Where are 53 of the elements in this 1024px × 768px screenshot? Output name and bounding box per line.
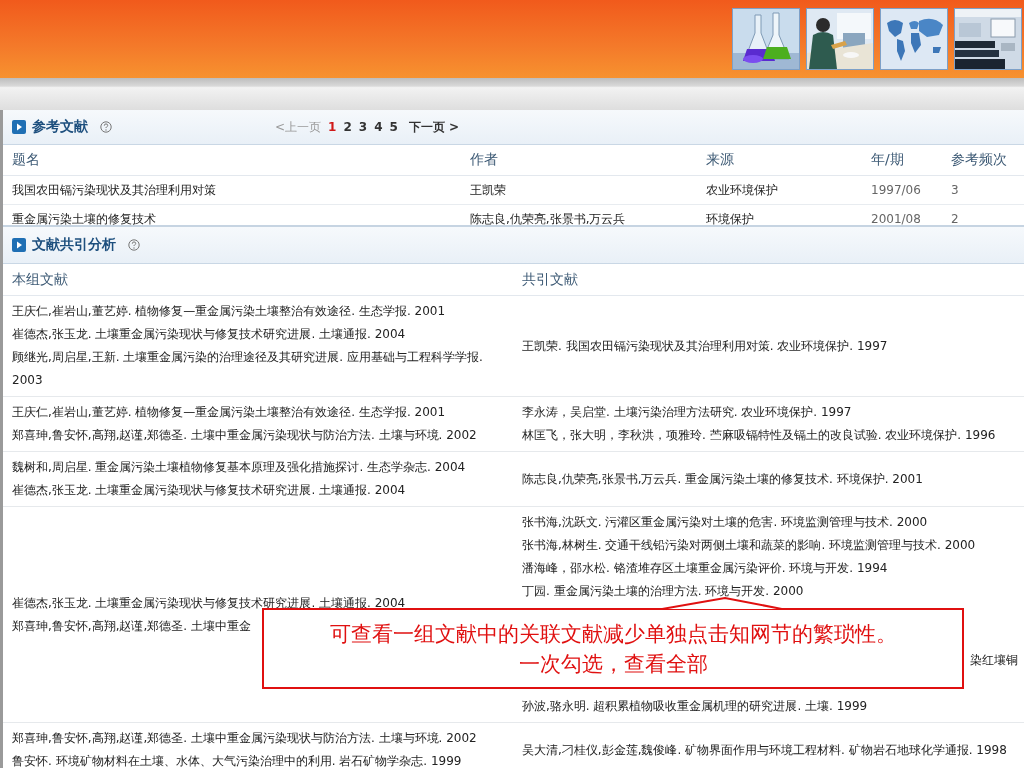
- citation-text[interactable]: 染红壤铜: [970, 649, 1024, 672]
- citation-text[interactable]: 王庆仁,崔岩山,董艺婷. 植物修复—重金属污染土壤整治有效途径. 生态学报. 2001: [12, 401, 446, 424]
- citation-text[interactable]: 崔德杰,张玉龙. 土壤重金属污染现状与修复技术研究进展. 土壤通报. 2004: [12, 479, 406, 502]
- table-cell-text: 1997/06: [871, 183, 922, 197]
- citation-text[interactable]: 崔德杰,张玉龙. 土壤重金属污染现状与修复技术研究进展. 土壤通报. 2004: [12, 591, 406, 615]
- citation-text[interactable]: 郑喜珅,鲁安怀,高翔,赵谨,郑德圣. 土壤中重金属污染现状与防治方法. 土壤与环境. 2002: [12, 424, 477, 447]
- page-link[interactable]: 5: [389, 120, 398, 134]
- table-cell-text: 重金属污染土壤的修复技术: [12, 210, 157, 225]
- section-title: 参考文献: [32, 118, 88, 136]
- page-link[interactable]: 4: [374, 120, 383, 134]
- page-link[interactable]: 3: [358, 120, 368, 134]
- column-header: 参考频次: [951, 151, 1008, 169]
- table-cell-text: 2: [951, 212, 960, 225]
- citation-text[interactable]: 潘海峰，邵水松. 铬渣堆存区土壤重金属污染评价. 环境与开发. 1994: [522, 557, 888, 580]
- table-cell-text: 王凯荣: [470, 181, 507, 199]
- help-icon[interactable]: [100, 121, 112, 133]
- column-header: 共引文献: [522, 270, 579, 289]
- help-icon[interactable]: [128, 239, 140, 251]
- table-cell-text: 我国农田镉污染现状及其治理利用对策: [12, 181, 217, 199]
- citation-text[interactable]: 鲁安怀. 环境矿物材料在土壤、水体、大气污染治理中的利用. 岩石矿物学杂志. 1999: [12, 750, 462, 768]
- page-link[interactable]: 1: [328, 120, 337, 134]
- column-header: 来源: [706, 151, 735, 169]
- citation-text[interactable]: 孙波,骆永明. 超积累植物吸收重金属机理的研究进展. 土壤. 1999: [522, 695, 868, 718]
- citation-text[interactable]: 王庆仁,崔岩山,董艺婷. 植物修复—重金属污染土壤整治有效途径. 生态学报. 2001: [12, 300, 446, 323]
- column-header: 作者: [470, 151, 499, 169]
- citation-text[interactable]: 魏树和,周启星. 重金属污染土壤植物修复基本原理及强化措施探讨. 生态学杂志. 2004: [12, 456, 466, 479]
- column-header: 题名: [12, 151, 41, 169]
- citation-text[interactable]: 张书海,沈跃文. 污灌区重金属污染对土壤的危害. 环境监测管理与技术. 2000: [522, 511, 928, 534]
- citation-text[interactable]: 吴大清,刁桂仪,彭金莲,魏俊峰. 矿物界面作用与环境工程材料. 矿物岩石地球化学通报. 1998: [522, 738, 1007, 762]
- citation-text[interactable]: 顾继光,周启星,王新. 土壤重金属污染的治理途径及其研究进展. 应用基础与工程科学学报. 2003: [12, 346, 513, 392]
- table-cell-text: 农业环境保护: [706, 181, 779, 199]
- section-title: 文献共引分析: [32, 236, 116, 254]
- citation-text[interactable]: 张书海,林树生. 交通干线铅污染对两侧土壤和蔬菜的影响. 环境监测管理与技术. 2000: [522, 534, 976, 557]
- citation-text[interactable]: 李永涛，吴启堂. 土壤污染治理方法研究. 农业环境保护. 1997: [522, 401, 852, 424]
- citation-text[interactable]: 王凯荣. 我国农田镉污染现状及其治理利用对策. 农业环境保护. 1997: [522, 334, 888, 358]
- callout-text: 可查看一组文献中的关联文献减少单独点击知网节的繁琐性。: [329, 620, 897, 648]
- table-cell-text: 3: [951, 183, 960, 197]
- table-cell-text: 陈志良,仇荣亮,张景书,万云兵: [470, 210, 627, 225]
- table-cell-text: 环境保护: [706, 210, 755, 225]
- column-header: 年/期: [871, 151, 905, 169]
- citation-text[interactable]: 丁园. 重金属污染土壤的治理方法. 环境与开发. 2000: [522, 580, 804, 603]
- table-cell-text: 2001/08: [871, 212, 922, 225]
- citation-text[interactable]: 郑喜珅,鲁安怀,高翔,赵谨,郑德圣. 土壤中重金属污染现状与防治方法. 土壤与环境. 2002: [12, 727, 477, 750]
- citation-text[interactable]: 陈志良,仇荣亮,张景书,万云兵. 重金属污染土壤的修复技术. 环境保护. 2001: [522, 467, 923, 491]
- citation-text[interactable]: 崔德杰,张玉龙. 土壤重金属污染现状与修复技术研究进展. 土壤通报. 2004: [12, 323, 406, 346]
- next-page-link[interactable]: 下一页 >: [408, 118, 460, 136]
- column-header: 本组文献: [12, 270, 69, 289]
- callout-text: 一次勾选，查看全部: [518, 650, 708, 678]
- play-icon: [12, 120, 26, 134]
- citation-text[interactable]: 林匡飞，张大明，李秋洪，项雅玲. 苎麻吸镉特性及镉土的改良试验. 农业环境保护. 1996: [522, 424, 996, 447]
- page-link[interactable]: 2: [343, 120, 352, 134]
- citation-text[interactable]: 郑喜珅,鲁安怀,高翔,赵谨,郑德圣. 土壤中重金: [12, 614, 251, 638]
- play-icon: [12, 238, 26, 252]
